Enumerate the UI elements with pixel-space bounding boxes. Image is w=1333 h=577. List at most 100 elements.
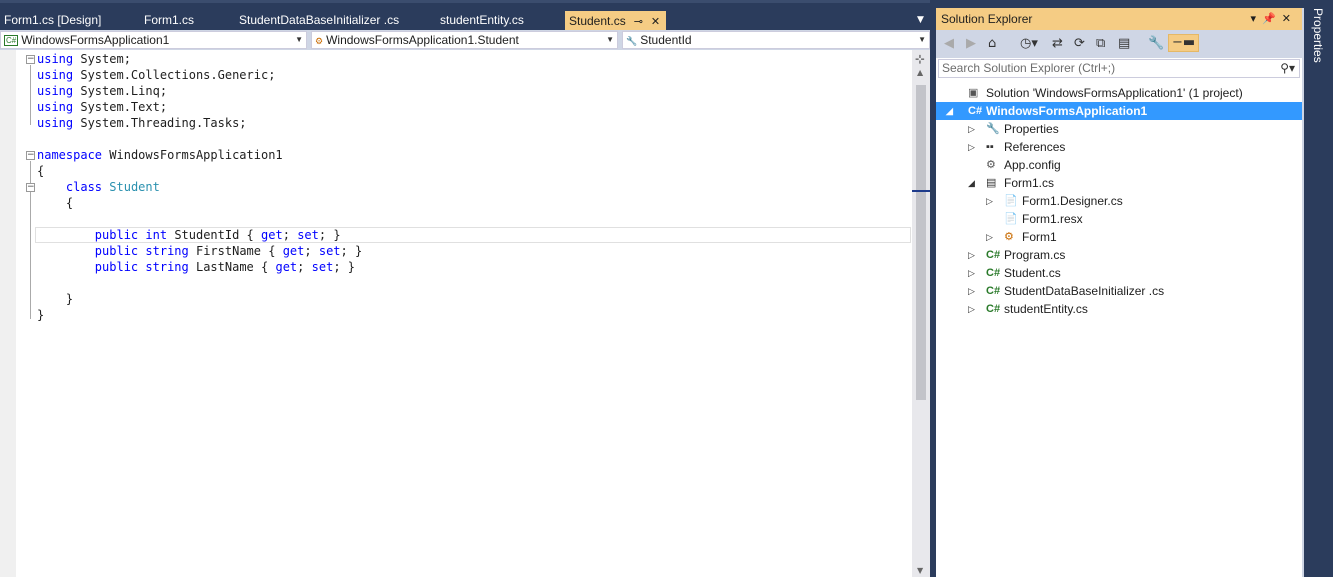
code-line: { bbox=[37, 195, 73, 211]
code-keyword: set bbox=[297, 228, 319, 242]
tree-item-label: Solution 'WindowsFormsApplication1' (1 p… bbox=[986, 86, 1243, 100]
tab-student-cs[interactable]: Student.cs ⊸ ✕ bbox=[565, 11, 667, 30]
back-icon[interactable]: ◀ bbox=[944, 36, 954, 52]
preview-selected-items-icon[interactable]: −▬ bbox=[1168, 34, 1200, 52]
wrench-icon: 🔧 bbox=[986, 123, 1000, 135]
expand-arrow-icon[interactable]: ▷ bbox=[968, 282, 975, 300]
tab-form1-cs[interactable]: Form1.cs bbox=[140, 10, 198, 30]
config-file-icon: ⚙ bbox=[986, 159, 996, 171]
project-dropdown[interactable]: C# WindowsFormsApplication1 ▼ bbox=[0, 31, 307, 49]
code-token: ; } bbox=[318, 228, 341, 242]
scrollbar-thumb[interactable] bbox=[916, 85, 926, 400]
scroll-down-icon[interactable]: ▼ bbox=[917, 566, 923, 575]
expand-arrow-icon[interactable]: ▷ bbox=[986, 192, 993, 210]
show-all-files-icon[interactable]: ▤ bbox=[1118, 36, 1130, 52]
resource-file-icon: 📄 bbox=[1004, 213, 1018, 225]
tree-item[interactable]: ⚙ App.config bbox=[936, 156, 1302, 174]
class-icon: ⚙ bbox=[315, 36, 324, 46]
tab-label: Form1.cs bbox=[144, 13, 195, 27]
code-editor[interactable]: − − − using System; using System.Collecti… bbox=[0, 50, 912, 577]
close-icon[interactable]: ✕ bbox=[651, 16, 660, 28]
editor-vertical-scrollbar[interactable]: ⊹ ▲ ▼ bbox=[912, 50, 930, 577]
code-keyword: public bbox=[94, 244, 139, 258]
tab-student-entity[interactable]: studentEntity.cs bbox=[436, 10, 528, 30]
sync-with-document-icon[interactable]: ⇄ bbox=[1052, 36, 1063, 52]
tree-item[interactable]: ▷ ▪▪ References bbox=[936, 138, 1302, 156]
expand-arrow-icon[interactable]: ▷ bbox=[968, 138, 975, 156]
code-line: using System.Linq; bbox=[37, 83, 167, 99]
collapse-arrow-icon[interactable]: ◢ bbox=[968, 174, 975, 192]
tree-item-label: Form1.Designer.cs bbox=[1022, 194, 1123, 208]
tree-item[interactable]: ▷ ⚙ Form1 bbox=[936, 228, 1302, 246]
tree-item-label: studentEntity.cs bbox=[1004, 302, 1088, 316]
tree-item-label: WindowsFormsApplication1 bbox=[986, 104, 1148, 118]
member-dropdown-value: StudentId bbox=[640, 33, 692, 47]
expand-arrow-icon[interactable]: ▷ bbox=[986, 228, 993, 246]
expand-arrow-icon[interactable]: ▷ bbox=[968, 300, 975, 318]
solution-explorer-search-input[interactable]: Search Solution Explorer (Ctrl+;) ⚲▾ bbox=[938, 59, 1300, 78]
tree-item[interactable]: ◢ ▤ Form1.cs bbox=[936, 174, 1302, 192]
code-token: System; bbox=[80, 52, 131, 66]
tab-label: Student.cs bbox=[569, 14, 626, 28]
code-token: WindowsFormsApplication1 bbox=[109, 148, 283, 162]
expand-arrow-icon[interactable]: ▷ bbox=[968, 120, 975, 138]
collapse-all-icon[interactable]: ⧉ bbox=[1096, 36, 1105, 52]
refresh-icon[interactable]: ⟳ bbox=[1074, 36, 1085, 52]
tree-item[interactable]: ▷ 🔧 Properties bbox=[936, 120, 1302, 138]
collapse-namespace-icon[interactable]: − bbox=[26, 151, 35, 160]
code-line: using System.Threading.Tasks; bbox=[37, 115, 247, 131]
collapse-using-icon[interactable]: − bbox=[26, 55, 35, 64]
tree-item-label: StudentDataBaseInitializer .cs bbox=[1004, 284, 1165, 298]
properties-tab[interactable]: Properties bbox=[1311, 8, 1325, 63]
member-dropdown[interactable]: 🔧 StudentId ▼ bbox=[622, 31, 930, 49]
tab-student-database-initializer[interactable]: StudentDataBaseInitializer .cs bbox=[235, 10, 403, 30]
collapse-class-icon[interactable]: − bbox=[26, 183, 35, 192]
csharp-file-icon: C# bbox=[986, 303, 1001, 315]
search-icon[interactable]: ⚲▾ bbox=[1280, 60, 1295, 77]
code-file-icon: 📄 bbox=[1004, 195, 1018, 207]
tree-item[interactable]: ▷ C# Student.cs bbox=[936, 264, 1302, 282]
class-dropdown[interactable]: ⚙ WindowsFormsApplication1.Student ▼ bbox=[311, 31, 618, 49]
code-keyword: using bbox=[37, 116, 74, 130]
panel-title: Solution Explorer bbox=[941, 12, 1033, 26]
expand-arrow-icon[interactable]: ▷ bbox=[968, 264, 975, 282]
tab-form1-design[interactable]: Form1.cs [Design] bbox=[0, 10, 105, 30]
tab-label: Form1.cs [Design] bbox=[4, 13, 102, 27]
tree-item[interactable]: 📄 Form1.resx bbox=[936, 210, 1302, 228]
form-icon: ▤ bbox=[986, 177, 997, 189]
pending-changes-filter-icon[interactable]: ◷▾ bbox=[1020, 36, 1038, 52]
tree-item[interactable]: ▷ C# StudentDataBaseInitializer .cs bbox=[936, 282, 1302, 300]
tree-item[interactable]: ◢ C# WindowsFormsApplication1 bbox=[936, 102, 1302, 120]
solution-explorer-toolbar: ◀ ▶ ⌂ ◷▾ ⇄ ⟳ ⧉ ▤ 🔧 −▬ bbox=[936, 30, 1302, 58]
chevron-down-icon: ▼ bbox=[918, 35, 926, 44]
properties-icon[interactable]: 🔧 bbox=[1148, 36, 1164, 52]
solution-explorer-panel: Solution Explorer ▾📌✕ ◀ ▶ ⌂ ◷▾ ⇄ ⟳ ⧉ ▤ 🔧… bbox=[936, 8, 1302, 577]
split-window-icon[interactable]: ⊹ bbox=[915, 52, 925, 66]
tree-item[interactable]: ▷ C# Program.cs bbox=[936, 246, 1302, 264]
tree-item[interactable]: ▣ Solution 'WindowsFormsApplication1' (1 … bbox=[936, 84, 1302, 102]
close-icon[interactable]: ✕ bbox=[1282, 13, 1297, 25]
scroll-up-icon[interactable]: ▲ bbox=[917, 68, 923, 77]
window-position-dropdown-icon[interactable]: ▾ bbox=[1251, 13, 1263, 25]
code-keyword: get bbox=[282, 244, 305, 258]
code-token: StudentId { bbox=[174, 228, 254, 242]
pin-icon[interactable]: 📌 bbox=[1262, 13, 1282, 25]
tree-item[interactable]: ▷ C# studentEntity.cs bbox=[936, 300, 1302, 318]
pin-icon[interactable]: ⊸ bbox=[634, 16, 643, 28]
forward-icon[interactable]: ▶ bbox=[966, 36, 976, 52]
home-icon[interactable]: ⌂ bbox=[988, 36, 996, 52]
expand-arrow-icon[interactable]: ▷ bbox=[968, 246, 975, 264]
tab-overflow-dropdown-icon[interactable]: ▼ bbox=[917, 15, 924, 25]
code-token: ; bbox=[297, 260, 305, 274]
code-type: Student bbox=[109, 180, 160, 194]
tree-item[interactable]: ▷ 📄 Form1.Designer.cs bbox=[936, 192, 1302, 210]
code-line: } bbox=[37, 307, 44, 323]
collapse-arrow-icon[interactable]: ◢ bbox=[946, 102, 953, 120]
tree-item-label: Program.cs bbox=[1004, 248, 1066, 262]
search-placeholder: Search Solution Explorer (Ctrl+;) bbox=[942, 61, 1116, 75]
document-tab-bar: Form1.cs [Design] Form1.cs StudentDataBa… bbox=[0, 0, 932, 30]
code-line: public string LastName { get; set; } bbox=[37, 259, 355, 275]
